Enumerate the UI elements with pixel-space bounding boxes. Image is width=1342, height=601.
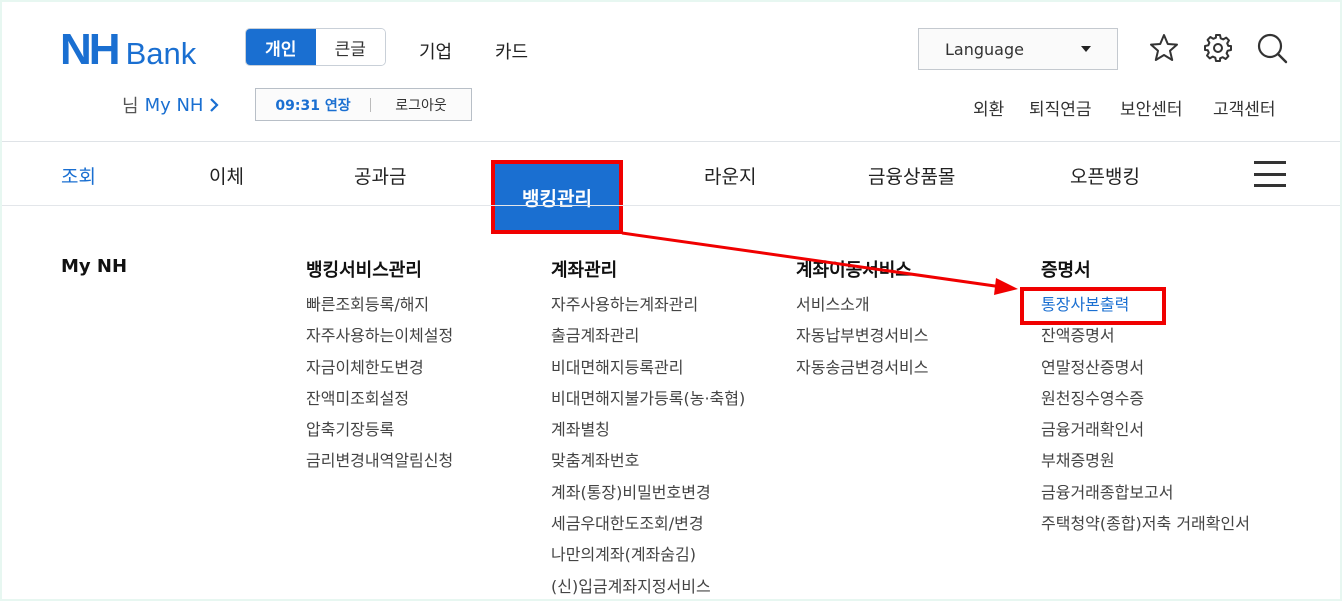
list-item[interactable]: 부채증명원 — [1041, 450, 1256, 481]
list-item[interactable]: 나만의계좌(계좌숨김) — [551, 544, 745, 575]
session-extend-button[interactable]: 09:31 연장 — [256, 95, 370, 115]
hamburger-menu-icon[interactable] — [1254, 161, 1286, 187]
chevron-right-icon — [210, 98, 220, 112]
list-item[interactable]: 압축기장등록 — [306, 419, 453, 450]
card-link[interactable]: 카드 — [495, 38, 528, 64]
language-label: Language — [945, 39, 1024, 59]
account-mgmt-list: 자주사용하는계좌관리 출금계좌관리 비대면해지등록관리 비대면해지불가등록(농·… — [551, 294, 745, 599]
personal-mode-button[interactable]: 개인 — [246, 29, 316, 65]
list-item[interactable]: 자주사용하는계좌관리 — [551, 294, 745, 325]
list-item[interactable]: 자동납부변경서비스 — [796, 325, 928, 356]
certificates-list: 통장사본출력 잔액증명서 연말정산증명서 원천징수영수증 금융거래확인서 부채증… — [1041, 294, 1256, 535]
my-nh-label: My NH — [144, 94, 204, 116]
mode-toggle: 개인 큰글 — [245, 28, 386, 66]
col-title-certificates[interactable]: 증명서 — [1041, 256, 1091, 282]
my-nh-link[interactable]: 님 My NH — [122, 92, 220, 118]
banking-service-list: 빠른조회등록/해지 자주사용하는이체설정 자금이체한도변경 잔액미조회설정 압축… — [306, 294, 453, 482]
language-select[interactable]: Language — [918, 28, 1118, 70]
account-transfer-list: 서비스소개 자동납부변경서비스 자동송금변경서비스 — [796, 294, 928, 388]
gnb-transfer[interactable]: 이체 — [209, 162, 244, 189]
gear-icon[interactable] — [1200, 30, 1236, 66]
list-item[interactable]: 연말정산증명서 — [1041, 357, 1256, 388]
logout-button[interactable]: 로그아웃 — [371, 95, 471, 115]
page-frame: NH Bank 개인 큰글 기업 카드 Language 님 My NH 09:… — [2, 2, 1340, 599]
col-title-account-mgmt[interactable]: 계좌관리 — [551, 256, 617, 282]
list-item[interactable]: 자금이체한도변경 — [306, 357, 453, 388]
list-item[interactable]: 계좌(통장)비밀번호변경 — [551, 482, 745, 513]
logo-bank: Bank — [125, 36, 197, 71]
gnb-financial-mall[interactable]: 금융상품몰 — [868, 162, 955, 189]
star-icon[interactable] — [1146, 30, 1182, 66]
header-divider — [2, 141, 1340, 142]
list-item[interactable]: 세금우대한도조회/변경 — [551, 513, 745, 544]
logo-nh: NH — [60, 25, 121, 74]
list-item[interactable]: 빠른조회등록/해지 — [306, 294, 453, 325]
passbook-copy-highlight — [1020, 287, 1166, 325]
search-icon[interactable] — [1254, 30, 1290, 66]
large-text-mode-button[interactable]: 큰글 — [315, 29, 385, 65]
list-item[interactable]: 금융거래종합보고서 — [1041, 482, 1256, 513]
corporate-link[interactable]: 기업 — [419, 38, 452, 64]
col-title-banking-service[interactable]: 뱅킹서비스관리 — [306, 256, 422, 282]
col-title-account-transfer[interactable]: 계좌이동서비스 — [796, 256, 912, 282]
list-item[interactable]: 주택청약(종합)저축 거래확인서 — [1041, 513, 1256, 535]
list-item[interactable]: (신)입금계좌지정서비스 — [551, 576, 745, 599]
list-item[interactable]: 계좌별칭 — [551, 419, 745, 450]
util-link-customer[interactable]: 고객센터 — [1213, 95, 1276, 120]
gnb-lounge[interactable]: 라운지 — [704, 162, 756, 189]
col-title-my-nh[interactable]: My NH — [61, 256, 127, 277]
list-item[interactable]: 자동송금변경서비스 — [796, 357, 928, 388]
list-item[interactable]: 금리변경내역알림신청 — [306, 450, 453, 481]
list-item[interactable]: 잔액증명서 — [1041, 325, 1256, 356]
gnb-inquiry[interactable]: 조회 — [61, 162, 96, 189]
list-item[interactable]: 비대면해지등록관리 — [551, 357, 745, 388]
list-item[interactable]: 자주사용하는이체설정 — [306, 325, 453, 356]
user-suffix: 님 — [122, 96, 139, 117]
list-item[interactable]: 출금계좌관리 — [551, 325, 745, 356]
gnb-divider — [2, 205, 1340, 206]
caret-down-icon — [1081, 46, 1091, 52]
util-link-security[interactable]: 보안센터 — [1120, 95, 1183, 120]
session-box: 09:31 연장 로그아웃 — [255, 88, 472, 121]
list-item[interactable]: 맞춤계좌번호 — [551, 450, 745, 481]
list-item[interactable]: 비대면해지불가등록(농·축협) — [551, 388, 745, 419]
gnb-open-banking[interactable]: 오픈뱅킹 — [1070, 162, 1140, 189]
list-item[interactable]: 잔액미조회설정 — [306, 388, 453, 419]
list-item[interactable]: 서비스소개 — [796, 294, 928, 325]
nh-bank-logo[interactable]: NH Bank — [60, 25, 197, 74]
gnb-banking-mgmt[interactable]: 뱅킹관리 — [495, 164, 619, 230]
util-link-fx[interactable]: 외환 — [973, 95, 1004, 120]
list-item[interactable]: 원천징수영수증 — [1041, 388, 1256, 419]
list-item[interactable]: 금융거래확인서 — [1041, 419, 1256, 450]
util-link-pension[interactable]: 퇴직연금 — [1029, 95, 1092, 120]
gnb-utility-bills[interactable]: 공과금 — [354, 162, 406, 189]
